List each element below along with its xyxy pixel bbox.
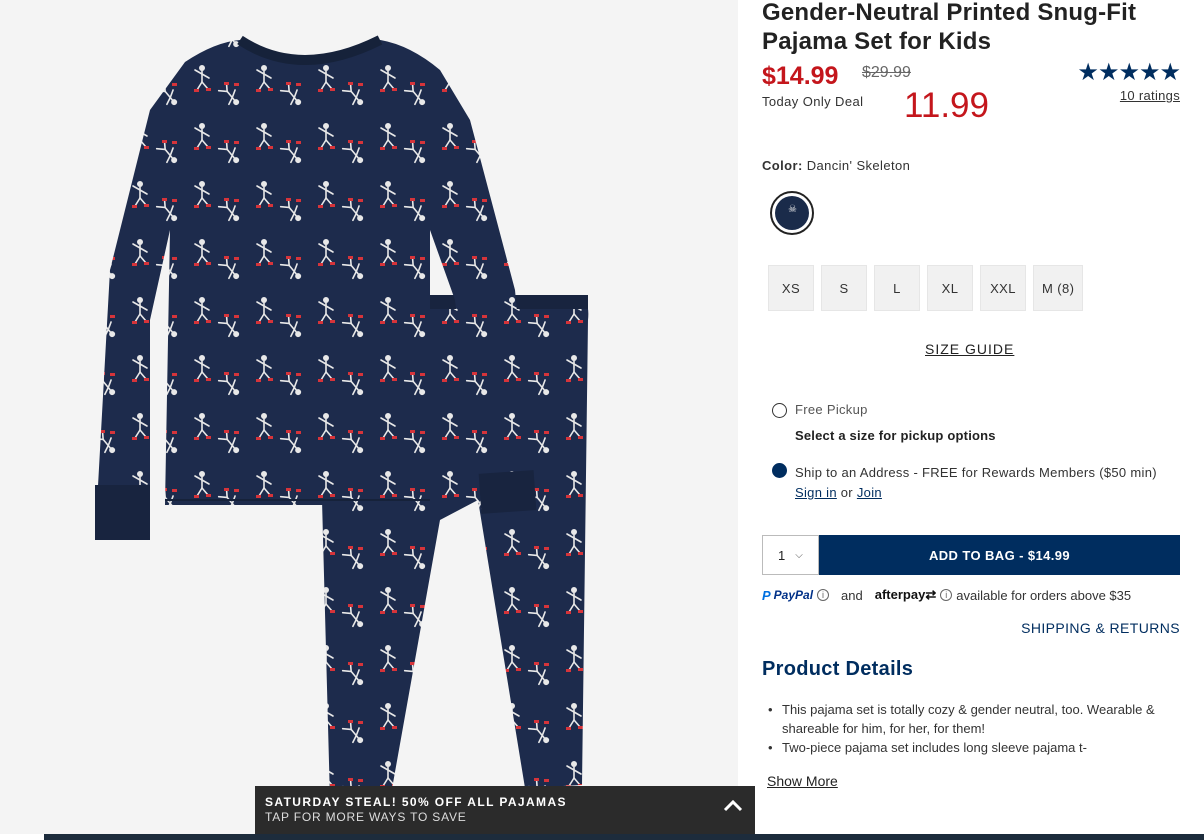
pickup-hint: Select a size for pickup options — [795, 428, 996, 443]
color-line: Color: Dancin' Skeleton — [762, 158, 910, 173]
product-image[interactable] — [0, 0, 738, 834]
quantity-select[interactable]: 1 ⌵ — [762, 535, 819, 575]
quantity-value: 1 — [778, 547, 786, 563]
add-to-bag-button[interactable]: ADD TO BAG - $14.99 — [819, 535, 1180, 575]
promo-banner[interactable]: SATURDAY STEAL! 50% OFF ALL PAJAMAS TAP … — [255, 786, 755, 834]
bottom-bar — [44, 834, 1204, 840]
pajama-illustration — [95, 35, 589, 800]
show-more-link[interactable]: Show More — [767, 773, 838, 789]
paypal-icon: P — [762, 587, 771, 603]
color-label: Color: — [762, 158, 803, 173]
skeleton-swatch-icon: ☠ — [775, 196, 809, 230]
size-button-xs[interactable]: XS — [768, 265, 814, 311]
afterpay-info-icon[interactable]: i — [940, 589, 953, 601]
paypal-logo: P PayPal — [762, 588, 813, 603]
size-button-l[interactable]: L — [874, 265, 920, 311]
afterpay-logo: afterpay⇄ — [875, 587, 936, 603]
ship-text-wrap: Ship to an Address - FREE for Rewards Me… — [795, 463, 1182, 503]
paypal-label: PayPal — [773, 588, 814, 602]
size-button-xl[interactable]: XL — [927, 265, 973, 311]
join-link[interactable]: Join — [857, 485, 882, 500]
promo-headline: SATURDAY STEAL! 50% OFF ALL PAJAMAS — [265, 795, 567, 809]
pickup-label: Free Pickup — [795, 402, 868, 417]
ship-label: Ship to an Address - FREE for Rewards Me… — [795, 465, 1157, 480]
product-page: Gender-Neutral Printed Snug-Fit Pajama S… — [0, 0, 1204, 840]
promo-subline: TAP FOR MORE WAYS TO SAVE — [265, 810, 467, 824]
list-item: This pajama set is totally cozy & gender… — [768, 700, 1178, 738]
size-selector: XS S L XL XXL M (8) — [768, 265, 1084, 311]
product-details-heading: Product Details — [762, 658, 914, 680]
color-value: Dancin' Skeleton — [806, 158, 911, 173]
chevron-down-icon: ⌵ — [795, 549, 803, 561]
free-pickup-option[interactable]: Free Pickup — [772, 402, 868, 418]
size-button-m8[interactable]: M (8) — [1033, 265, 1084, 311]
pickup-radio[interactable] — [772, 403, 787, 418]
chevron-up-icon[interactable] — [723, 798, 743, 812]
list-item: Two-piece pajama set includes long sleev… — [768, 738, 1178, 757]
size-button-xxl[interactable]: XXL — [980, 265, 1026, 311]
size-guide-link[interactable]: SIZE GUIDE — [925, 341, 1014, 357]
and-text: and — [841, 587, 863, 603]
product-options: Color: Dancin' Skeleton ☠ XS S L XL XXL … — [762, 0, 1182, 834]
ship-radio[interactable] — [772, 463, 787, 478]
color-swatch-dancin-skeleton[interactable]: ☠ — [770, 191, 814, 235]
afterpay-note: available for orders above $35 — [956, 587, 1132, 603]
size-button-s[interactable]: S — [821, 265, 867, 311]
product-details-list: This pajama set is totally cozy & gender… — [768, 700, 1178, 757]
or-text: or — [840, 485, 853, 500]
afterpay-label: afterpay — [874, 587, 926, 602]
ship-to-address-option[interactable]: Ship to an Address - FREE for Rewards Me… — [772, 463, 1182, 503]
shipping-returns-link[interactable]: SHIPPING & RETURNS — [1021, 620, 1180, 636]
payment-options: P PayPal i and afterpay⇄ i available for… — [762, 587, 1131, 603]
sign-in-link[interactable]: Sign in — [795, 485, 837, 500]
add-to-bag-row: 1 ⌵ ADD TO BAG - $14.99 — [762, 535, 1180, 575]
paypal-info-icon[interactable]: i — [817, 589, 830, 601]
afterpay-arrows-icon: ⇄ — [925, 587, 937, 602]
